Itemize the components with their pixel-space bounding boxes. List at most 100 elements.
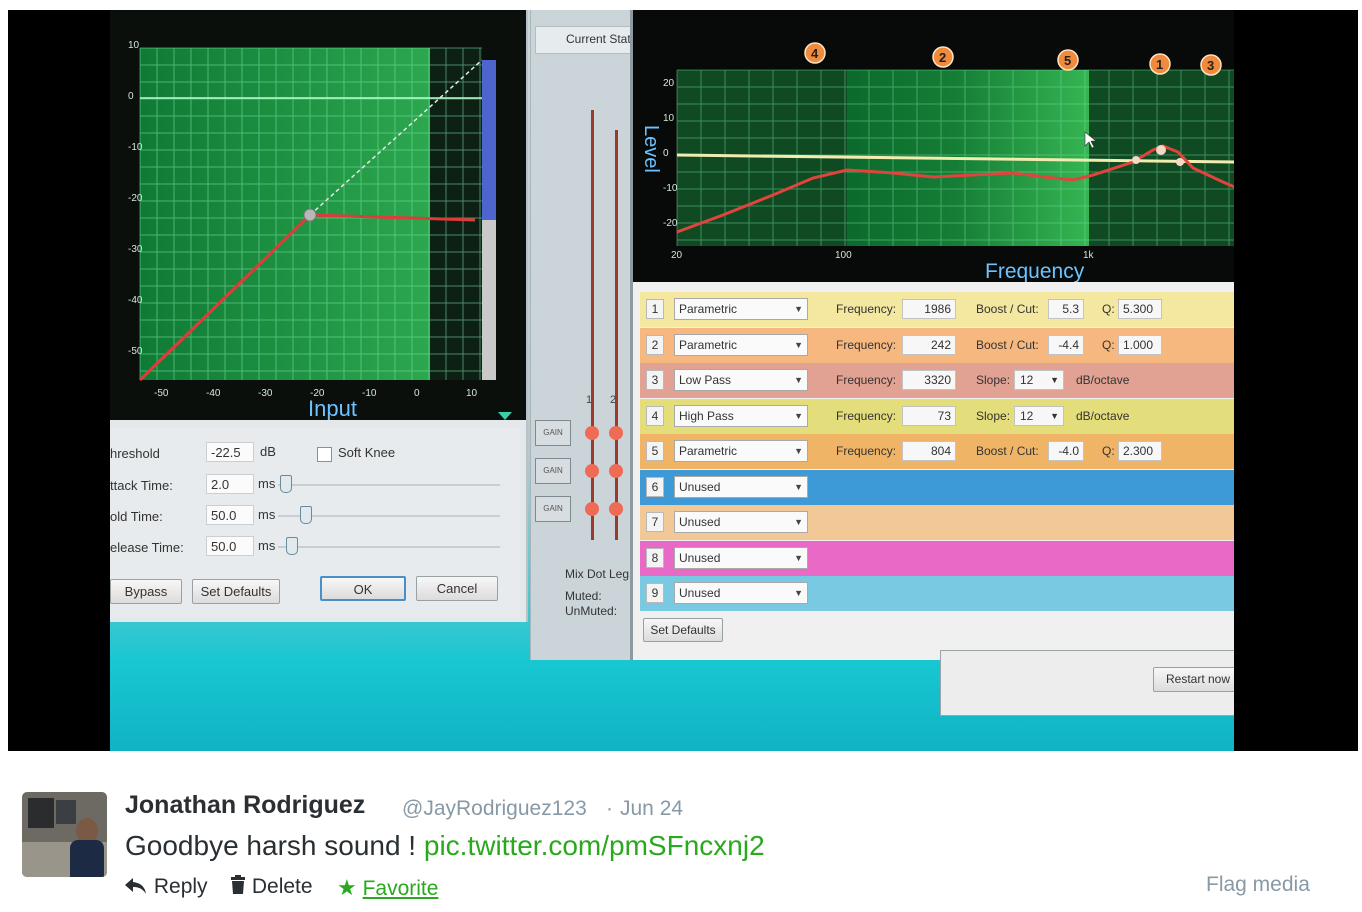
band-type-dropdown[interactable]: Parametric ▼ [674, 333, 808, 356]
eq-set-defaults-button[interactable]: Set Defaults [643, 618, 723, 642]
band-type-dropdown[interactable]: Unused ▼ [674, 475, 808, 498]
threshold-field[interactable]: -22.5 [206, 442, 254, 462]
hold-unit: ms [258, 507, 276, 522]
tweet-photo[interactable]: 10 0 -10 -20 -30 -40 -50 -50 -40 -30 -20 -10 0 10 In… [8, 10, 1358, 751]
restart-dialog: Restart now [940, 650, 1234, 716]
band-type-dropdown[interactable]: Unused ▼ [674, 582, 808, 604]
reply-action[interactable]: Reply [124, 875, 208, 899]
chevron-down-icon: ▼ [1050, 410, 1059, 421]
gain-block-3[interactable]: GAIN [535, 496, 571, 522]
band-number[interactable]: 3 [646, 370, 664, 390]
ok-button[interactable]: OK [320, 576, 406, 601]
band-number[interactable]: 4 [646, 405, 664, 426]
frequency-field[interactable]: 3320 [902, 370, 956, 390]
set-defaults-button[interactable]: Set Defaults [192, 579, 280, 604]
band-type-dropdown[interactable]: High Pass ▼ [674, 404, 808, 427]
band-type-dropdown[interactable]: Unused ▼ [674, 546, 808, 569]
compressor-window: 10 0 -10 -20 -30 -40 -50 -50 -40 -30 -20 -10 0 10 In… [110, 10, 528, 622]
threshold-point[interactable] [303, 208, 317, 222]
band-number[interactable]: 7 [646, 512, 664, 532]
eq-window: 20 10 0 -10 -20 20 100 1k 42513 Level Frequenc… [630, 10, 1234, 660]
delete-action[interactable]: Delete [230, 875, 313, 899]
boost-cut-field[interactable]: 5.3 [1048, 299, 1084, 319]
frequency-field[interactable]: 1986 [902, 299, 956, 319]
level-axis-label: Level [640, 125, 662, 173]
frequency-label: Frequency: [836, 408, 897, 423]
q-field[interactable]: 1.000 [1118, 334, 1162, 355]
y-tick-label: 0 [128, 91, 134, 102]
y-tick-label: 10 [128, 40, 140, 51]
hold-slider-thumb[interactable] [300, 506, 312, 524]
unmuted-label: UnMuted: [565, 604, 618, 618]
attack-slider[interactable] [278, 484, 500, 486]
band-number[interactable]: 5 [646, 441, 664, 461]
eq-node[interactable] [1176, 158, 1184, 166]
band-number[interactable]: 9 [646, 583, 664, 603]
x-axis-label: Input [308, 396, 357, 420]
band-number[interactable]: 8 [646, 547, 664, 568]
muted-label: Muted: [565, 589, 602, 603]
band-number[interactable]: 6 [646, 476, 664, 497]
frequency-label: Frequency: [836, 337, 897, 352]
gain-block-2[interactable]: GAIN [535, 458, 571, 484]
band-type-dropdown[interactable]: Low Pass ▼ [674, 369, 808, 391]
delete-label: Delete [251, 875, 313, 898]
mix-dot[interactable] [609, 426, 623, 440]
band-type-dropdown[interactable]: Unused ▼ [674, 511, 808, 533]
bypass-button[interactable]: Bypass [110, 579, 182, 604]
x-tick-label: -50 [154, 388, 169, 399]
attack-slider-thumb[interactable] [280, 475, 292, 493]
trash-icon [231, 875, 245, 894]
eq-node[interactable] [1132, 156, 1140, 164]
author-name[interactable]: Jonathan Rodriguez [125, 791, 365, 820]
band-row: 1 Parametric ▼ Frequency: 1986 Boost / Cut: 5.… [640, 292, 1234, 327]
eq-node[interactable] [1156, 145, 1166, 155]
mix-dot[interactable] [585, 426, 599, 440]
frequency-field[interactable]: 73 [902, 405, 956, 426]
boost-cut-field[interactable]: -4.4 [1048, 334, 1084, 355]
tweet-link[interactable]: pic.twitter.com/pmSFncxnj2 [424, 830, 765, 861]
band-type-dropdown[interactable]: Parametric ▼ [674, 298, 808, 320]
favorite-action[interactable]: ★ Favorite [337, 875, 438, 901]
frequency-field[interactable]: 804 [902, 441, 956, 461]
release-field[interactable]: 50.0 [206, 536, 254, 556]
q-field[interactable]: 2.300 [1118, 441, 1162, 461]
mix-dot[interactable] [609, 464, 623, 478]
release-slider-thumb[interactable] [286, 537, 298, 555]
reply-label: Reply [153, 875, 208, 898]
restart-now-button[interactable]: Restart now [1153, 667, 1234, 692]
y-tick-label: -10 [128, 142, 143, 153]
cancel-button[interactable]: Cancel [416, 576, 498, 601]
slope-dropdown[interactable]: 12 ▼ [1014, 405, 1064, 426]
band-marker-label: 3 [1207, 58, 1214, 73]
frequency-field[interactable]: 242 [902, 334, 956, 355]
band-number[interactable]: 2 [646, 334, 664, 355]
db-octave-label: dB/octave [1076, 408, 1130, 423]
release-slider[interactable] [278, 546, 500, 548]
mixer-matrix-window: Current State 1 2 GAIN GAIN GAIN Mix Dot… [530, 10, 641, 660]
hold-field[interactable]: 50.0 [206, 505, 254, 525]
gain-block-1[interactable]: GAIN [535, 420, 571, 446]
hold-label: old Time: [110, 509, 163, 524]
mix-dot[interactable] [585, 502, 599, 516]
attack-field[interactable]: 2.0 [206, 474, 254, 494]
band-number[interactable]: 1 [646, 299, 664, 319]
chevron-down-icon: ▼ [794, 517, 803, 527]
band-type-dropdown[interactable]: Parametric ▼ [674, 440, 808, 462]
author-handle[interactable]: @JayRodriguez123 [402, 797, 587, 821]
x-tick-label: 0 [414, 388, 420, 399]
collapse-arrow-icon[interactable] [498, 412, 512, 420]
chevron-down-icon: ▼ [794, 339, 803, 350]
boost-cut-field[interactable]: -4.0 [1048, 441, 1084, 461]
separator: · [606, 797, 613, 820]
chevron-down-icon: ▼ [794, 375, 803, 385]
slope-dropdown[interactable]: 12 ▼ [1014, 370, 1064, 390]
mix-dot[interactable] [609, 502, 623, 516]
star-icon: ★ [337, 875, 357, 900]
flag-media-link[interactable]: Flag media [1206, 873, 1310, 897]
soft-knee-checkbox[interactable] [317, 447, 332, 462]
tweet-date[interactable]: Jun 24 [620, 797, 683, 821]
mix-dot[interactable] [585, 464, 599, 478]
q-field[interactable]: 5.300 [1118, 299, 1162, 319]
avatar[interactable] [22, 792, 107, 877]
